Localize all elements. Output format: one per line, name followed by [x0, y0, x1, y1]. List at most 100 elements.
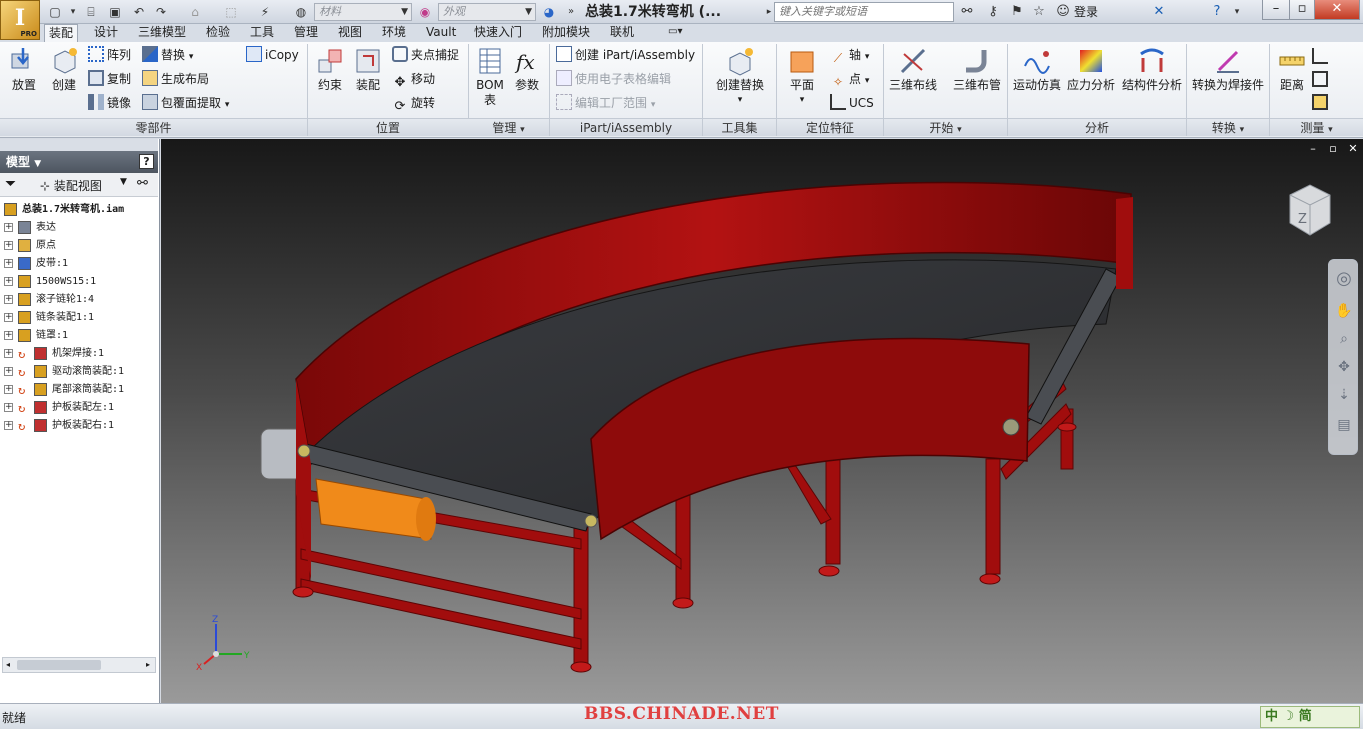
ime-indicator[interactable]: 中 ☽ 简 [1260, 706, 1360, 728]
tab-online[interactable]: 联机 [606, 24, 638, 42]
view-cube[interactable]: Z [1285, 181, 1335, 239]
tube-pipe-button[interactable]: 三维布管 [950, 46, 1004, 93]
steering-wheel-icon[interactable]: ◎ [1333, 268, 1355, 290]
material-dropdown[interactable]: 材料 ▼ [314, 3, 412, 21]
tab-inspect[interactable]: 检验 [202, 24, 234, 42]
tab-add-ins[interactable]: 附加模块 [538, 24, 594, 42]
tree-node[interactable]: + ↻ 尾部滚筒装配:1 [4, 381, 156, 399]
ribbon-minimize-icon[interactable]: ▭▾ [664, 24, 686, 42]
subscription-key-icon[interactable]: ⚷ [984, 3, 1002, 21]
redo-icon[interactable]: ↷ [152, 3, 170, 21]
place-button[interactable]: 放置 [2, 46, 46, 93]
tree-node[interactable]: + 链条装配1:1 [4, 309, 156, 327]
tree-node[interactable]: + ↻ 机架焊接:1 [4, 345, 156, 363]
search-input[interactable] [774, 2, 954, 22]
maximize-button[interactable]: ▫ [1289, 0, 1315, 20]
convert-group-label[interactable]: 转换 ▾ [1187, 118, 1269, 136]
application-menu-button[interactable]: I PRO [0, 0, 40, 40]
save-icon[interactable]: ▣ [106, 3, 124, 21]
tab-design[interactable]: 设计 [90, 24, 122, 42]
binoculars-icon[interactable]: ⚯ [958, 3, 976, 21]
expand-icon[interactable]: + [4, 223, 13, 232]
tab-vault[interactable]: Vault [422, 24, 460, 42]
tab-environments[interactable]: 环境 [378, 24, 410, 42]
orbit-icon[interactable]: ✥ [1333, 356, 1355, 378]
expand-icon[interactable]: + [4, 241, 13, 250]
create-substitute-button[interactable]: 创建替换 ▾ [710, 46, 770, 108]
expand-icon[interactable]: + [4, 295, 13, 304]
convert-to-weldment-button[interactable]: 转换为焊接件 [1190, 46, 1266, 93]
tree-node[interactable]: + 皮带:1 [4, 255, 156, 273]
tab-manage[interactable]: 管理 [290, 24, 322, 42]
new-dropdown-icon[interactable]: ▾ [64, 3, 82, 21]
graphics-viewport[interactable]: – ▫ ✕ Z ◎ ✋ ⌕ ✥ ⇣ ▤ Z Y X [161, 139, 1363, 703]
measure-loop-button[interactable] [1312, 70, 1331, 90]
help-icon[interactable]: ? [139, 154, 154, 169]
stress-analysis-button[interactable]: 应力分析 [1064, 46, 1118, 93]
icopy-button[interactable]: iCopy [246, 45, 299, 65]
mirror-button[interactable]: 镜像 [88, 93, 131, 113]
work-point-button[interactable]: ✧ 点 ▾ [830, 69, 869, 89]
grip-snap-button[interactable]: 夹点捕捉 [392, 45, 459, 65]
measure-area-button[interactable] [1312, 93, 1331, 113]
edit-spreadsheet-button[interactable]: 使用电子表格编辑 [556, 69, 671, 89]
communication-icon[interactable]: ⚑ [1008, 3, 1026, 21]
ucs-button[interactable]: UCS [830, 93, 874, 113]
work-plane-button[interactable]: 平面 ▾ [780, 46, 824, 108]
favorites-star-icon[interactable]: ☆ [1030, 3, 1048, 21]
look-at-icon[interactable]: ⇣ [1333, 384, 1355, 406]
browser-grip-bar[interactable] [0, 139, 158, 151]
close-button[interactable]: ✕ [1314, 0, 1360, 20]
expand-icon[interactable]: + [4, 277, 13, 286]
select-icon[interactable]: ⬚ [222, 3, 240, 21]
tree-root-assembly[interactable]: 总装1.7米转弯机.iam [4, 201, 156, 219]
generate-layout-button[interactable]: 生成布局 [142, 69, 209, 89]
tree-node[interactable]: +1500WS15:1 [4, 273, 156, 291]
expand-icon[interactable]: + [4, 421, 13, 430]
frame-analysis-button[interactable]: 结构件分析 [1120, 46, 1184, 93]
minimize-button[interactable]: – [1262, 0, 1290, 20]
tree-node[interactable]: + ↻ 护板装配左:1 [4, 399, 156, 417]
pan-hand-icon[interactable]: ✋ [1333, 300, 1355, 322]
scroll-right-icon[interactable]: ▸ [143, 659, 153, 671]
create-ipart-button[interactable]: 创建 iPart/iAssembly [556, 45, 695, 65]
expand-icon[interactable]: + [4, 349, 13, 358]
new-file-icon[interactable]: ▢ [46, 3, 64, 21]
appearance-dropdown[interactable]: 外观 ▼ [438, 3, 536, 21]
tab-get-started[interactable]: 快速入门 [470, 24, 526, 42]
home-view-icon[interactable]: ⌂ [186, 3, 204, 21]
filter-icon[interactable]: ⏷ [5, 176, 16, 192]
measure-distance-button[interactable]: 距离 [1270, 46, 1314, 93]
zoom-icon[interactable]: ⌕ [1333, 328, 1355, 350]
expand-icon[interactable]: + [4, 367, 13, 376]
move-button[interactable]: ✥ 移动 [392, 69, 435, 90]
pattern-button[interactable]: 阵列 [88, 45, 131, 65]
tree-node[interactable]: + 原点 [4, 237, 156, 255]
chevron-down-icon[interactable]: ▼ [120, 177, 127, 187]
help-icon[interactable]: ? [1208, 3, 1226, 21]
replace-button[interactable]: 替换 ▾ [142, 45, 193, 65]
browser-title-bar[interactable]: 模型 ▼ ? [0, 151, 158, 173]
tree-node[interactable]: + ↻ 护板装配右:1 [4, 417, 156, 435]
measure-group-label[interactable]: 测量 ▾ [1270, 118, 1363, 136]
rotate-button[interactable]: ⟳ 旋转 [392, 93, 435, 114]
conveyor-model[interactable] [161, 139, 1363, 703]
expand-icon[interactable]: + [4, 331, 13, 340]
undo-icon[interactable]: ↶ [130, 3, 148, 21]
expand-icon[interactable]: + [4, 385, 13, 394]
work-axis-button[interactable]: ⟋ 轴 ▾ [830, 45, 870, 65]
login-link[interactable]: 登录 [1074, 3, 1098, 21]
customize-qat-icon[interactable]: » [562, 3, 580, 21]
copy-button[interactable]: 复制 [88, 69, 131, 89]
assembly-view-dropdown[interactable]: ⊹ 装配视图 [40, 177, 102, 194]
tree-node[interactable]: + ↻ 驱动滚筒装配:1 [4, 363, 156, 381]
parameters-button[interactable]: fx 参数 [505, 46, 549, 93]
exchange-apps-icon[interactable]: ✕ [1150, 3, 1168, 21]
assemble-button[interactable]: 装配 [346, 46, 390, 93]
tree-node[interactable]: + 表达 [4, 219, 156, 237]
tree-node[interactable]: + 链罩:1 [4, 327, 156, 345]
cable-harness-button[interactable]: 三维布线 [886, 46, 940, 93]
measure-angle-button[interactable] [1312, 47, 1331, 67]
tab-tools[interactable]: 工具 [246, 24, 278, 42]
tab-view[interactable]: 视图 [334, 24, 366, 42]
